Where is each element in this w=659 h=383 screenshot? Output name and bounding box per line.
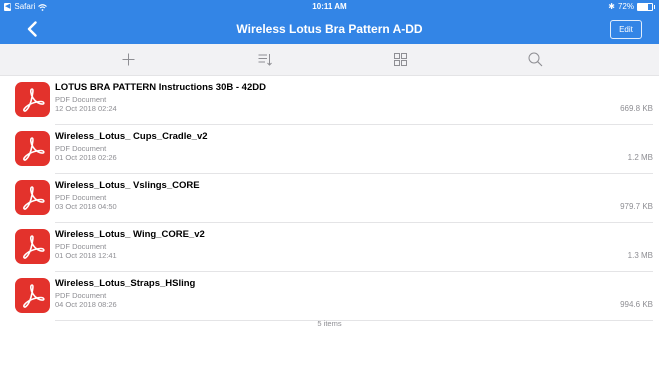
search-button[interactable] xyxy=(515,44,555,75)
status-bar: ◀ Safari 10:11 AM ✱ 72% xyxy=(0,0,659,14)
navigation-bar: ◀ Safari 10:11 AM ✱ 72% Wireless Lotus B… xyxy=(0,0,659,44)
add-icon xyxy=(122,53,134,66)
file-type: PDF Document xyxy=(55,241,107,251)
file-size: 669.8 KB xyxy=(620,103,653,113)
search-icon xyxy=(528,52,542,67)
file-size: 1.2 MB xyxy=(627,152,653,162)
pdf-file-icon xyxy=(15,82,50,117)
file-type: PDF Document xyxy=(55,143,107,153)
file-row[interactable]: Wireless_Lotus_ Vslings_CORE PDF Documen… xyxy=(0,174,659,223)
file-name: Wireless_Lotus_ Wing_CORE_v2 xyxy=(55,229,205,240)
sort-icon xyxy=(258,54,272,66)
sort-button[interactable] xyxy=(245,44,285,75)
file-date: 01 Oct 2018 02:26 xyxy=(55,152,117,162)
file-size: 994.6 KB xyxy=(620,299,653,309)
file-name: Wireless_Lotus_Straps_HSling xyxy=(55,278,196,289)
file-date: 04 Oct 2018 08:26 xyxy=(55,299,117,309)
file-name: Wireless_Lotus_ Cups_Cradle_v2 xyxy=(55,131,208,142)
file-row[interactable]: Wireless_Lotus_ Wing_CORE_v2 PDF Documen… xyxy=(0,223,659,272)
grid-view-button[interactable] xyxy=(380,44,420,75)
file-row[interactable]: Wireless_Lotus_ Cups_Cradle_v2 PDF Docum… xyxy=(0,125,659,174)
file-row[interactable]: LOTUS BRA PATTERN Instructions 30B - 42D… xyxy=(0,76,659,125)
file-type: PDF Document xyxy=(55,192,107,202)
pdf-file-icon xyxy=(15,278,50,313)
file-date: 12 Oct 2018 02:24 xyxy=(55,103,117,113)
status-time: 10:11 AM xyxy=(312,2,347,11)
pdf-file-icon xyxy=(15,131,50,166)
bluetooth-icon: ✱ xyxy=(608,2,615,11)
file-date: 03 Oct 2018 04:50 xyxy=(55,201,117,211)
toolbar xyxy=(0,44,659,76)
file-name: LOTUS BRA PATTERN Instructions 30B - 42D… xyxy=(55,82,266,93)
battery-percent: 72% xyxy=(617,2,634,11)
file-list: LOTUS BRA PATTERN Instructions 30B - 42D… xyxy=(0,76,659,321)
battery-icon xyxy=(637,3,655,11)
page-title: Wireless Lotus Bra Pattern A-DD xyxy=(236,22,423,36)
file-name: Wireless_Lotus_ Vslings_CORE xyxy=(55,180,200,191)
pdf-file-icon xyxy=(15,229,50,264)
grid-view-icon xyxy=(393,53,407,66)
file-type: PDF Document xyxy=(55,290,107,300)
pdf-file-icon xyxy=(15,180,50,215)
file-size: 1.3 MB xyxy=(627,250,653,260)
status-right: ✱ 72% xyxy=(608,0,655,14)
edit-button[interactable]: Edit xyxy=(610,20,642,39)
item-count: 5 items xyxy=(317,319,342,328)
file-row[interactable]: Wireless_Lotus_Straps_HSling PDF Documen… xyxy=(0,272,659,321)
file-size: 979.7 KB xyxy=(620,201,653,211)
add-button[interactable] xyxy=(108,44,148,75)
nav-row: Wireless Lotus Bra Pattern A-DD Edit xyxy=(0,14,659,44)
file-type: PDF Document xyxy=(55,94,107,104)
file-date: 01 Oct 2018 12:41 xyxy=(55,250,117,260)
